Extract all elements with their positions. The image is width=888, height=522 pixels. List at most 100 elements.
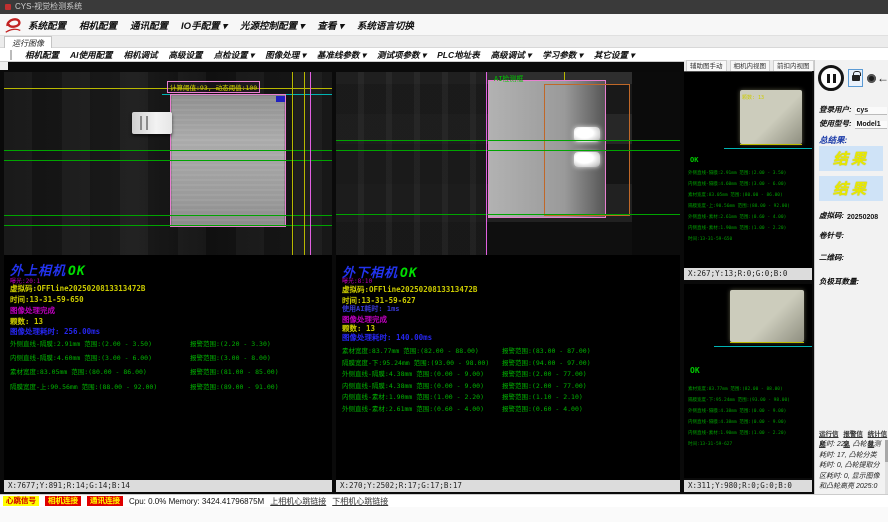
count-overlay: 颗数: 13 [742, 94, 764, 101]
result-badge-bottom: 结果 [819, 176, 883, 201]
measurement-label: 隔膜宽度-上:90.56mm 范围:(88.00 - 92.00) [10, 381, 157, 391]
back-arrow-icon: ← [877, 71, 888, 85]
middle-camera-image: AI检测框 [336, 72, 680, 255]
pause-button[interactable] [818, 65, 844, 91]
measurement-label: 外侧直线-素材:2.61mm 范围:(0.60 - 4.00) [342, 403, 484, 413]
menu-item[interactable]: 相机配置 [79, 18, 117, 32]
right-sidebar: ← 登录用户: cys 使用型号: Model1 总结果: 结果 结果 虚拟码:… [814, 60, 888, 522]
toolbar-item[interactable]: 基准线参数 ▾ [317, 49, 366, 61]
lock-icon [852, 75, 860, 81]
bright-part-blob [730, 290, 804, 342]
readout-line: 时间:13-31-59-650 [688, 234, 790, 245]
aux-view-top[interactable]: 颗数: 13 OK 外侧直线-隔膜:2.91mm 范围:(2.00 - 3.50… [684, 72, 812, 268]
login-field[interactable]: cys [855, 107, 887, 115]
measurement-row: 外侧直线-隔膜:2.91mm 范围:(2.00 - 3.50) 报警范围:(2.… [10, 338, 330, 352]
measurement-row: 内侧直线-素材:1.90mm 范围:(1.00 - 2.20) 报警范围:(1.… [342, 391, 678, 403]
camera-button[interactable] [865, 69, 877, 87]
toolbar-item[interactable]: AI使用配置 [70, 49, 113, 61]
left-measurements: 外侧直线-隔膜:2.91mm 范围:(2.00 - 3.50) 报警范围:(2.… [10, 338, 330, 395]
process-done-text: 图像处理完成 [10, 305, 55, 316]
menu-item[interactable]: 通讯配置 [130, 18, 168, 32]
measurement-label: 内侧直线-隔膜:4.38mm 范围:(0.00 - 9.00) [342, 380, 484, 390]
yellow-edge-line [292, 72, 293, 255]
measurement-row: 外侧直线-隔膜:4.38mm 范围:(0.00 - 9.00) 报警范围:(2.… [342, 368, 678, 380]
measurement-alarm: 报警范围:(3.00 - 8.00) [190, 352, 271, 362]
menu-item[interactable]: IO手配置 ▾ [181, 18, 227, 32]
measurement-row: 内侧直线-隔膜:4.38mm 范围:(0.00 - 9.00) 报警范围:(2.… [342, 380, 678, 392]
readout-line: 外侧直线-素材:2.61mm 范围:(0.60 - 4.00) [688, 212, 790, 223]
toolbar-item[interactable]: 高级调试 ▾ [491, 49, 532, 61]
model-label: 使用型号: [819, 118, 852, 129]
back-button[interactable]: ← [877, 69, 888, 87]
readout-line: 素材宽度:83.05mm 范围:(80.00 - 86.00) [688, 190, 790, 201]
menu-item[interactable]: 系统语言切换 [357, 18, 414, 32]
middle-camera-panel[interactable]: AI检测框 外下相机OK 曝光:8:10 虚拟码:OFFline20250208… [336, 72, 680, 480]
readout-line: 内侧直线-素材:1.90mm 范围:(1.00 - 2.20) [688, 428, 790, 439]
toolbar-item[interactable]: 高级设置 [169, 49, 203, 61]
middle-measurements: 素材宽度:83.77mm 范围:(82.00 - 88.00) 报警范围:(83… [342, 345, 678, 415]
aux-bottom-pixel-caption: X:311;Y:980;R:0;G:0;B:0 [684, 480, 812, 492]
cyan-guide-line [724, 148, 812, 149]
cpu-memory-text: Cpu: 0.0% Memory: 3424.41796875M [129, 497, 264, 506]
upper-camera-heartbeat-link[interactable]: 上相机心跳链接 [270, 496, 326, 507]
left-camera-panel[interactable]: 计算阈值:93, 动态阈值:100 外上相机OK 曝光:20:1 虚拟码:OFF… [4, 72, 332, 480]
heartbeat-badge: 心跳信号 [3, 496, 39, 506]
measurement-alarm: 报警范围:(2.20 - 3.30) [190, 338, 271, 348]
menu-items: 系统配置 相机配置 通讯配置 IO手配置 ▾ 光源控制配置 ▾ 查看 ▾ 系统语… [28, 18, 414, 32]
aux-bottom-readout: 素材宽度:83.77mm 范围:(82.00 - 88.00)隔膜宽度-下:95… [688, 384, 790, 450]
yellow-guide-line [730, 342, 804, 343]
window-footer [0, 507, 888, 522]
toolbar-grip-icon [10, 50, 12, 60]
toolbar-item[interactable]: 图像处理 ▾ [265, 49, 306, 61]
readout-line: 外侧直线-隔膜:2.91mm 范围:(2.00 - 3.50) [688, 168, 790, 179]
comm-connect-badge: 通讯连接 [87, 496, 123, 506]
readout-line: 内侧直线-隔膜:4.60mm 范围:(3.00 - 6.00) [688, 179, 790, 190]
menu-item[interactable]: 系统配置 [28, 18, 66, 32]
status-bar: 心跳信号 相机连接 通讯连接 Cpu: 0.0% Memory: 3424.41… [0, 494, 888, 507]
qr-label: 二维码: [819, 252, 844, 263]
status-ok: OK [68, 264, 86, 279]
lock-button[interactable] [848, 69, 863, 87]
yellow-edge-line [304, 72, 305, 255]
brand-logo-icon [3, 15, 23, 35]
barcode-value: 20250208 [847, 214, 878, 221]
model-field[interactable]: Model1 [855, 121, 887, 129]
status-ok: OK [400, 266, 418, 281]
toolbar-item[interactable]: PLC地址表 [437, 49, 480, 61]
barcode-text: 虚拟码:OFFline2025020813313472B [342, 284, 477, 295]
readout-line: 隔膜宽度-下:95.24mm 范围:(93.00 - 98.00) [688, 395, 790, 406]
green-measure-line [4, 160, 332, 161]
toolbar-item[interactable]: 相机配置 [25, 49, 59, 61]
yellow-tick [564, 72, 565, 80]
barcode-text: 虚拟码:OFFline2025020813313472B [10, 283, 145, 294]
measurement-alarm: 报警范围:(94.00 - 97.00) [502, 357, 591, 367]
camera-icon [867, 74, 876, 83]
menu-item[interactable]: 查看 ▾ [317, 18, 343, 32]
measurement-label: 内侧直线-隔膜:4.60mm 范围:(3.00 - 6.00) [10, 352, 152, 362]
view-tab-row: 运行图像 [0, 36, 888, 48]
aux-view-bottom[interactable]: OK 素材宽度:83.77mm 范围:(82.00 - 88.00)隔膜宽度-下… [684, 284, 812, 478]
measurement-label: 素材宽度:83.77mm 范围:(82.00 - 88.00) [342, 345, 479, 355]
pause-icon [833, 74, 836, 83]
measurement-alarm: 报警范围:(83.00 - 87.00) [502, 345, 591, 355]
status-ok: OK [690, 156, 698, 164]
green-measure-line [336, 150, 680, 151]
measurement-alarm: 报警范围:(89.00 - 91.00) [190, 381, 279, 391]
aux-tab[interactable]: 辅助图手动 [686, 60, 727, 71]
aux-tab[interactable]: 前扣内视图 [773, 60, 814, 71]
toolbar-item[interactable]: 测试项参数 ▾ [377, 49, 426, 61]
app-window: CYS-视觉检测系统 系统配置 相机配置 通讯配置 IO手配置 ▾ 光源控制配置… [0, 0, 888, 522]
toolbar-item[interactable]: 其它设置 ▾ [594, 49, 635, 61]
measurement-alarm: 报警范围:(2.00 - 77.00) [502, 380, 587, 390]
magenta-edge-line [310, 72, 311, 255]
connector-tab [132, 112, 172, 134]
toolbar-item[interactable]: 相机调试 [124, 49, 158, 61]
menu-item[interactable]: 光源控制配置 ▾ [240, 18, 304, 32]
toolbar-item[interactable]: 点检设置 ▾ [214, 49, 255, 61]
lower-camera-heartbeat-link[interactable]: 下相机心跳链接 [332, 496, 388, 507]
elapsed-text: 图像处理耗时: 256.00ms [10, 326, 100, 337]
yellow-guide-line [740, 144, 802, 145]
left-camera-image: 计算阈值:93, 动态阈值:100 [4, 72, 332, 255]
toolbar-item[interactable]: 学习参数 ▾ [542, 49, 583, 61]
aux-tab[interactable]: 相机内视图 [730, 60, 771, 71]
